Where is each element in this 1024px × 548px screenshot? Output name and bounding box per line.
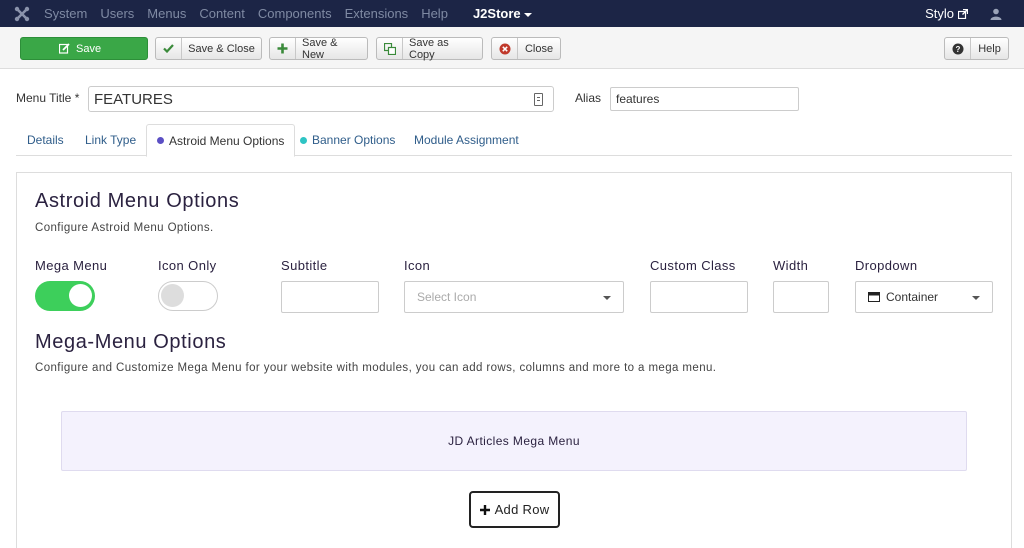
menu-title-value: FEATURES (94, 90, 173, 108)
mega-menu-section-title: Mega-Menu Options (35, 331, 227, 353)
site-name: Stylo (925, 6, 954, 21)
dot-icon (157, 137, 164, 144)
toggle-knob (161, 284, 184, 307)
save-label: Save (76, 42, 102, 55)
width-label: Width (773, 258, 809, 273)
nav-content[interactable]: Content (199, 6, 245, 21)
alias-value: features (616, 92, 660, 106)
save-close-label: Save & Close (188, 42, 255, 55)
tab-banner-label: Banner Options (312, 133, 396, 147)
tab-details[interactable]: Details (27, 124, 64, 156)
icon-label: Icon (404, 258, 431, 273)
astroid-section-description: Configure Astroid Menu Options. (35, 222, 214, 234)
alias-label: Alias (575, 91, 602, 105)
astroid-section-title: Astroid Menu Options (35, 190, 240, 212)
tab-astroid-menu-options[interactable]: Astroid Menu Options (146, 124, 296, 157)
edit-icon (21, 38, 76, 59)
nav-components[interactable]: Components (258, 6, 332, 21)
document-icon (534, 93, 543, 106)
toolbar: Save Save & Close Save & New Save as Cop… (0, 27, 1024, 69)
tab-details-label: Details (27, 133, 64, 147)
save-button[interactable]: Save (20, 37, 148, 60)
save-new-button[interactable]: Save & New (269, 36, 368, 61)
nav-help[interactable]: Help (421, 6, 448, 21)
tab-astroid-label: Astroid Menu Options (169, 133, 285, 148)
mega-menu-section-description: Configure and Customize Mega Menu for yo… (35, 362, 717, 374)
user-icon[interactable] (990, 8, 1002, 20)
nav-system[interactable]: System (44, 6, 87, 21)
dot-icon (300, 136, 307, 144)
nav-users[interactable]: Users (100, 6, 134, 21)
save-close-button[interactable]: Save & Close (155, 37, 262, 60)
dropdown-label: Dropdown (855, 258, 918, 273)
nav-site-link[interactable]: Stylo (925, 6, 968, 21)
add-row-button[interactable]: Add Row (469, 491, 560, 528)
external-link-icon (958, 8, 968, 19)
mega-menu-item[interactable]: JD Articles Mega Menu (61, 411, 967, 471)
menu-title-input[interactable]: FEATURES (88, 86, 554, 112)
save-copy-label: Save as Copy (409, 36, 449, 61)
caret-down-icon (523, 12, 532, 17)
toggle-knob (69, 284, 92, 307)
check-icon (156, 38, 182, 59)
caret-down-icon (972, 296, 980, 300)
icon-only-label: Icon Only (158, 258, 217, 273)
window-icon (868, 292, 880, 302)
question-circle-icon: ? (945, 38, 971, 59)
nav-j2store[interactable]: J2Store (473, 6, 532, 21)
icon-select[interactable]: Select Icon (404, 281, 624, 313)
save-as-copy-button[interactable]: Save as Copy (376, 36, 483, 61)
custom-class-input[interactable] (650, 281, 748, 313)
mega-menu-label: Mega Menu (35, 258, 108, 273)
svg-text:?: ? (955, 45, 960, 54)
tab-link-type-label: Link Type (85, 133, 137, 147)
dropdown-select[interactable]: Container (855, 281, 993, 313)
mega-menu-item-label: JD Articles Mega Menu (448, 434, 580, 448)
copy-icon (377, 38, 403, 59)
top-navbar: System Users Menus Content Components Ex… (0, 0, 1024, 27)
close-label: Close (524, 42, 554, 55)
icon-select-placeholder: Select Icon (417, 290, 477, 304)
tab-module-label: Module Assignment (414, 133, 519, 147)
tab-module-assignment[interactable]: Module Assignment (414, 124, 519, 156)
tab-banner-options[interactable]: Banner Options (300, 124, 395, 156)
save-new-label: Save & New (302, 36, 338, 61)
menu-title-label: Menu Title * (16, 91, 80, 105)
nav-extensions[interactable]: Extensions (345, 6, 409, 21)
custom-class-label: Custom Class (650, 258, 736, 273)
subtitle-input[interactable] (281, 281, 379, 313)
mega-menu-toggle[interactable] (35, 281, 95, 311)
help-button[interactable]: ? Help (944, 37, 1009, 60)
caret-down-icon (603, 296, 611, 300)
joomla-logo-icon[interactable] (0, 0, 44, 27)
plus-icon (270, 38, 296, 59)
width-input[interactable] (773, 281, 829, 313)
nav-menus[interactable]: Menus (147, 6, 186, 21)
nav-right: Stylo (925, 0, 1002, 27)
add-row-label: Add Row (494, 502, 550, 517)
close-button[interactable]: Close (491, 37, 561, 60)
plus-icon (479, 504, 490, 515)
tab-link-type[interactable]: Link Type (85, 124, 136, 156)
tab-bar: Details Link Type Astroid Menu Options B… (16, 124, 1012, 157)
help-label: Help (978, 42, 1001, 55)
alias-input[interactable]: features (610, 87, 799, 111)
icon-only-toggle[interactable] (158, 281, 218, 311)
subtitle-label: Subtitle (281, 258, 328, 273)
nav-j2store-label: J2Store (472, 6, 521, 21)
close-circle-icon (492, 38, 518, 59)
dropdown-value: Container (886, 290, 939, 304)
